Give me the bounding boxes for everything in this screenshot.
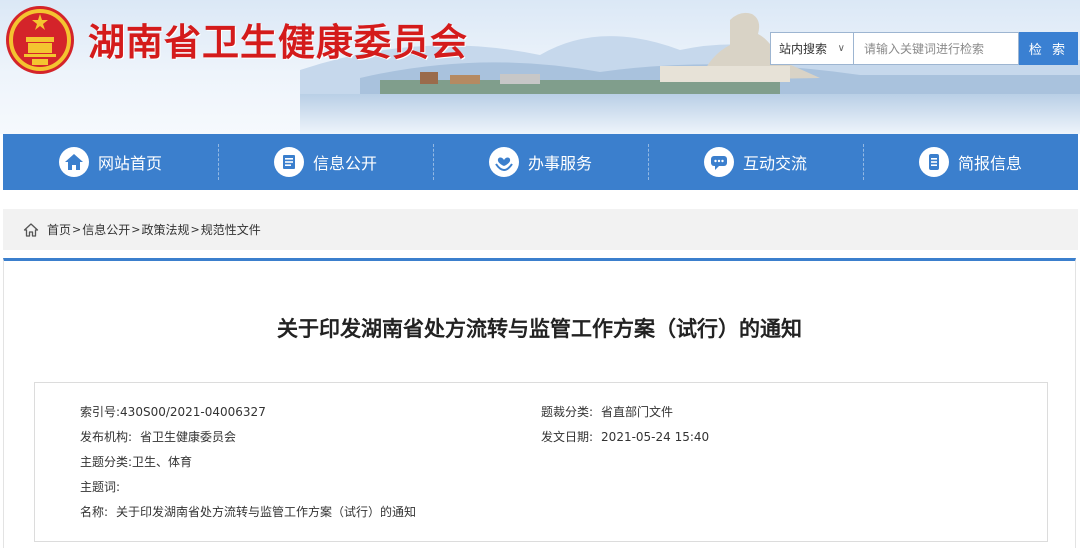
- nav-item-home[interactable]: 网站首页: [3, 134, 218, 190]
- breadcrumb-item-policy[interactable]: 政策法规: [141, 221, 189, 238]
- meta-index-no: 索引号:430S00/2021-04006327: [80, 403, 266, 420]
- nav-item-label: 网站首页: [97, 154, 162, 173]
- nav-item-label: 信息公开: [312, 154, 377, 173]
- search-button[interactable]: 检 索: [1019, 32, 1078, 65]
- nav-item-services[interactable]: 办事服务: [433, 134, 648, 190]
- meta-name: 名称: 关于印发湖南省处方流转与监管工作方案（试行）的通知: [80, 503, 416, 520]
- article-panel: 关于印发湖南省处方流转与监管工作方案（试行）的通知 索引号:430S00/202…: [3, 258, 1076, 548]
- breadcrumb: 首页 > 信息公开 > 政策法规 > 规范性文件: [3, 209, 1078, 250]
- home-icon: [58, 147, 89, 177]
- meta-keywords: 主题词:: [80, 478, 120, 495]
- meta-category: 题裁分类: 省直部门文件: [541, 403, 673, 420]
- meta-label: 主题分类:: [80, 455, 133, 469]
- meta-topic: 主题分类:卫生、体育: [80, 453, 192, 470]
- meta-label: 名称:: [80, 505, 109, 519]
- breadcrumb-item-info-disclosure[interactable]: 信息公开: [82, 221, 130, 238]
- meta-label: 发布机构:: [80, 430, 133, 444]
- nav-item-label: 互动交流: [742, 154, 807, 173]
- breadcrumb-separator: >: [72, 223, 82, 236]
- document-list-icon: [273, 147, 304, 177]
- meta-date: 发文日期: 2021-05-24 15:40: [541, 428, 709, 445]
- home-icon[interactable]: [23, 222, 39, 238]
- breadcrumb-separator: >: [190, 223, 200, 236]
- site-title[interactable]: 湖南省卫生健康委员会: [88, 12, 468, 66]
- meta-label: 主题词:: [80, 480, 121, 494]
- meta-value: 卫生、体育: [132, 455, 193, 469]
- meta-value: 省卫生健康委员会: [140, 430, 237, 444]
- breadcrumb-item-normative-docs[interactable]: 规范性文件: [201, 221, 261, 238]
- article-meta-box: 索引号:430S00/2021-04006327 题裁分类: 省直部门文件 发布机…: [34, 382, 1048, 542]
- newsletter-icon: [918, 147, 949, 177]
- search-input[interactable]: [854, 32, 1019, 65]
- nav-item-label: 办事服务: [527, 154, 592, 173]
- nav-item-info-disclosure[interactable]: 信息公开: [218, 134, 433, 190]
- heart-hands-icon: [488, 147, 519, 177]
- meta-label: 题裁分类:: [541, 405, 594, 419]
- meta-value: 430S00/2021-04006327: [120, 405, 266, 419]
- chevron-down-icon: ∨: [837, 43, 845, 54]
- meta-label: 发文日期:: [541, 430, 594, 444]
- nav-item-briefing[interactable]: 简报信息: [863, 134, 1078, 190]
- meta-value: 省直部门文件: [601, 405, 674, 419]
- meta-value: 2021-05-24 15:40: [601, 430, 710, 444]
- search-scope-label: 站内搜索: [779, 42, 828, 56]
- chat-bubble-icon: [703, 147, 734, 177]
- search-scope-select[interactable]: 站内搜索 ∨: [770, 32, 854, 65]
- nav-item-interaction[interactable]: 互动交流: [648, 134, 863, 190]
- main-nav: 网站首页 信息公开 办事服务 互动交流 简报信息: [3, 134, 1078, 190]
- header-banner: 湖南省卫生健康委员会 站内搜索 ∨ 检 索: [0, 0, 1080, 134]
- search-bar: 站内搜索 ∨ 检 索: [770, 32, 1078, 65]
- meta-value: 关于印发湖南省处方流转与监管工作方案（试行）的通知: [116, 505, 417, 519]
- nav-item-label: 简报信息: [957, 154, 1022, 173]
- breadcrumb-separator: >: [131, 223, 141, 236]
- breadcrumb-item-home[interactable]: 首页: [47, 221, 71, 238]
- article-title: 关于印发湖南省处方流转与监管工作方案（试行）的通知: [277, 317, 802, 341]
- meta-publisher: 发布机构: 省卫生健康委员会: [80, 428, 236, 445]
- national-emblem-icon: [6, 6, 74, 74]
- meta-label: 索引号:: [80, 405, 121, 419]
